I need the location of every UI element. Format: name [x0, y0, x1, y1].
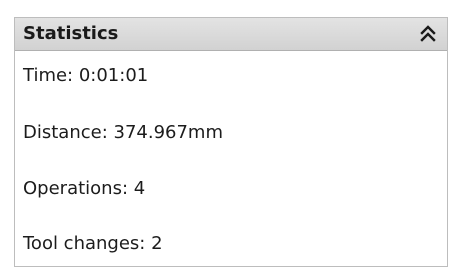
collapse-button[interactable]: [415, 22, 441, 46]
time-stat: Time: 0:01:01: [23, 65, 149, 86]
panel-header[interactable]: Statistics: [15, 18, 447, 51]
panel-title: Statistics: [23, 23, 119, 44]
tool-changes-stat: Tool changes: 2: [23, 233, 163, 254]
operations-stat: Operations: 4: [23, 178, 146, 199]
double-chevron-up-icon: [420, 25, 436, 42]
distance-stat: Distance: 374.967mm: [23, 122, 223, 143]
statistics-panel: Statistics Time: 0:01:01 Distance: 374.9…: [14, 17, 448, 267]
